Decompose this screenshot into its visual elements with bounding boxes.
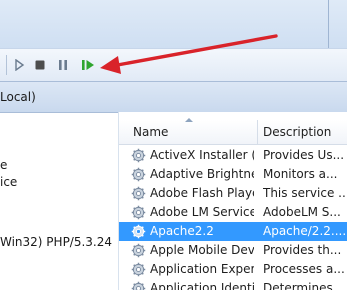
service-name: Application Experi... <box>150 262 254 276</box>
gear-icon <box>131 224 146 239</box>
column-divider[interactable] <box>257 120 258 144</box>
service-description: Processes a... <box>263 262 345 276</box>
service-row[interactable]: Application Identity Determines ... <box>119 279 347 290</box>
left-pane-text-2: ice <box>0 175 18 189</box>
sort-ascending-icon <box>185 118 193 122</box>
service-row[interactable]: Adobe LM Service AdobeLM S... <box>119 203 347 222</box>
service-row-selected[interactable]: Apache2.2 Apache/2.2.... <box>119 222 347 241</box>
service-row[interactable]: Apple Mobile Devi... Provides th... <box>119 241 347 260</box>
service-name: Application Identity <box>150 281 254 290</box>
gear-icon <box>131 243 146 258</box>
gear-icon <box>131 186 146 201</box>
service-name: Adobe LM Service <box>150 205 254 219</box>
window-title-area <box>0 0 347 48</box>
gear-icon <box>131 205 146 220</box>
list-header: Name Description <box>119 118 347 145</box>
service-description: Monitors a... <box>263 167 338 181</box>
service-row[interactable]: Adobe Flash Playe... This service ... <box>119 184 347 203</box>
scope-header: Local) <box>0 82 347 113</box>
service-description: This service ... <box>263 186 347 200</box>
start-service-button[interactable] <box>11 57 27 73</box>
pause-service-button[interactable] <box>55 57 71 73</box>
restart-service-button[interactable] <box>80 57 96 73</box>
column-header-name[interactable]: Name <box>133 125 168 139</box>
gear-icon <box>131 281 146 290</box>
services-list: Name Description ActiveX Installer (... … <box>118 112 347 290</box>
service-name: Apache2.2 <box>150 224 214 238</box>
toolbar <box>0 48 347 82</box>
gear-icon <box>131 262 146 277</box>
stop-service-button[interactable] <box>32 57 48 73</box>
service-row[interactable]: ActiveX Installer (... Provides Us... <box>119 146 347 165</box>
gear-icon <box>131 167 146 182</box>
service-name: Adobe Flash Playe... <box>150 186 254 200</box>
service-description: Apache/2.2.... <box>263 224 347 238</box>
scope-label: Local) <box>0 90 36 104</box>
toolbar-separator <box>6 55 7 75</box>
service-row[interactable]: Adaptive Brightness Monitors a... <box>119 165 347 184</box>
service-description: Provides th... <box>263 243 342 257</box>
service-description: AdobeLM S... <box>263 205 341 219</box>
pause-icon <box>59 60 67 70</box>
service-description: Provides Us... <box>263 148 345 162</box>
left-pane-text-1: e <box>0 158 8 172</box>
column-header-description[interactable]: Description <box>263 125 331 139</box>
window-edge <box>328 0 329 48</box>
service-name: ActiveX Installer (... <box>150 148 254 162</box>
service-name: Adaptive Brightness <box>150 167 254 181</box>
left-pane-service-version: Win32) PHP/5.3.24 <box>0 235 113 249</box>
restart-icon <box>82 60 94 70</box>
service-row[interactable]: Application Experi... Processes a... <box>119 260 347 279</box>
service-name: Apple Mobile Devi... <box>150 243 254 257</box>
gear-icon <box>131 148 146 163</box>
service-description: Determines ... <box>263 281 347 290</box>
play-icon <box>15 59 25 71</box>
stop-icon <box>35 60 45 70</box>
